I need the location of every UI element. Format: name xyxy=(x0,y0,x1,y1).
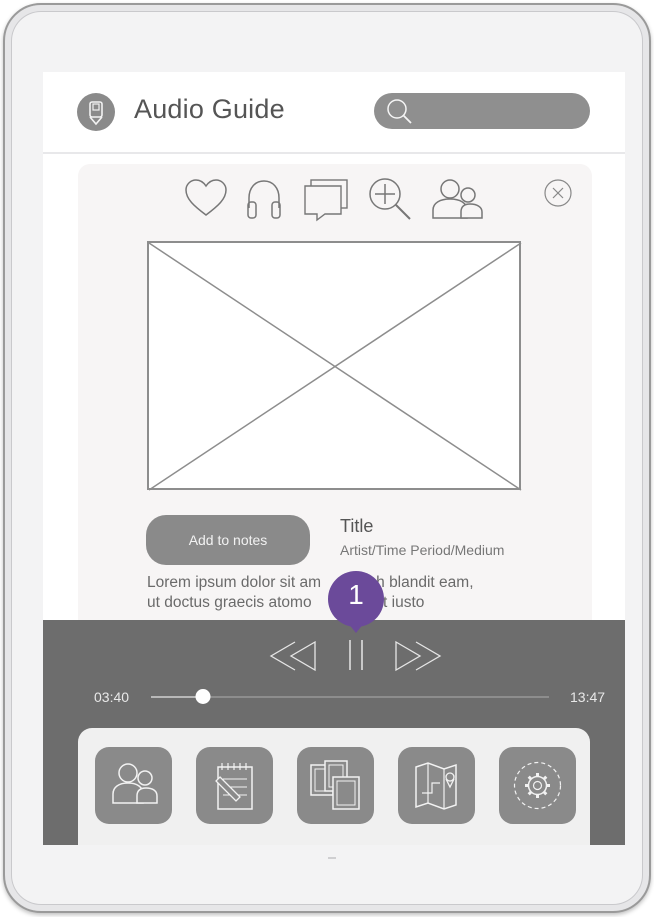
audio-device-icon xyxy=(77,93,115,131)
audio-player: 03:40 13:47 xyxy=(43,620,625,845)
rewind-icon[interactable] xyxy=(269,640,317,672)
total-time: 13:47 xyxy=(570,689,606,705)
home-indicator xyxy=(328,857,336,859)
artwork-title: Title xyxy=(340,516,374,536)
annotation-number: 1 xyxy=(348,579,364,610)
progress-track[interactable] xyxy=(151,696,549,698)
tile-settings[interactable] xyxy=(499,747,576,824)
pause-icon[interactable] xyxy=(346,638,366,672)
settings-icon xyxy=(513,761,562,810)
tile-notes[interactable] xyxy=(196,747,273,824)
search-icon xyxy=(387,99,412,124)
headphones-icon[interactable] xyxy=(244,178,284,220)
people-icon[interactable] xyxy=(431,178,485,220)
image-placeholder xyxy=(147,241,522,491)
comment-icon[interactable] xyxy=(303,178,349,222)
progress-knob[interactable] xyxy=(195,689,211,704)
current-time: 03:40 xyxy=(94,689,130,705)
search-input[interactable] xyxy=(374,93,590,129)
gallery-icon xyxy=(310,760,360,810)
app-screen: Audio Guide Add to notes Title Artist/Ti… xyxy=(43,72,625,845)
app-header: Audio Guide xyxy=(43,72,625,154)
fast-forward-icon[interactable] xyxy=(394,640,442,672)
tile-gallery[interactable] xyxy=(297,747,374,824)
artwork-card: Add to notes Title Artist/Time Period/Me… xyxy=(78,164,592,634)
app-tray xyxy=(78,728,590,845)
close-icon[interactable] xyxy=(543,178,573,208)
heart-icon[interactable] xyxy=(184,178,228,218)
tile-map[interactable] xyxy=(398,747,475,824)
map-icon xyxy=(415,762,457,810)
annotation-badge: 1 xyxy=(328,571,384,633)
artwork-meta: Artist/Time Period/Medium xyxy=(340,542,505,558)
add-to-notes-button[interactable]: Add to notes xyxy=(146,515,310,565)
visitors-icon xyxy=(112,763,158,804)
notes-icon xyxy=(215,763,253,810)
tile-visitors[interactable] xyxy=(95,747,172,824)
zoom-in-icon[interactable] xyxy=(367,176,413,222)
app-title: Audio Guide xyxy=(134,94,285,124)
